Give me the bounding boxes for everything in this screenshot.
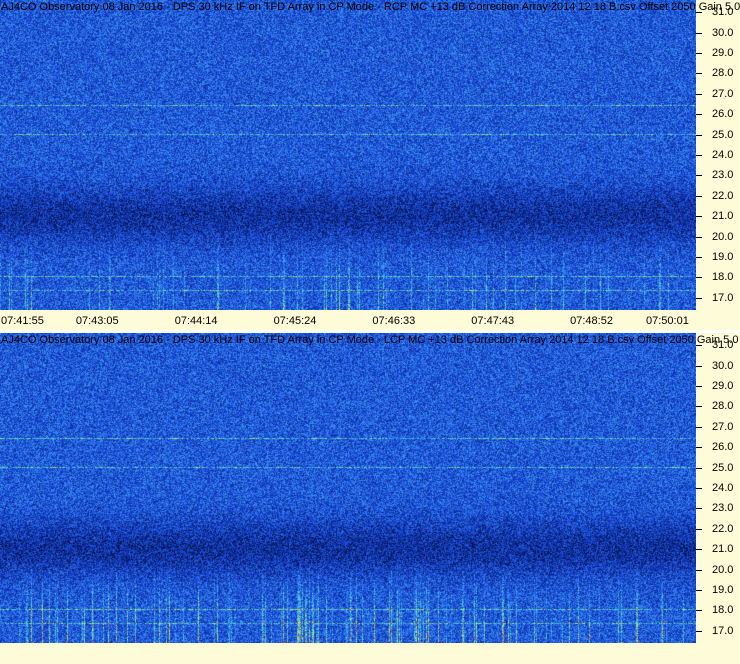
- lcp-ytick-label: 25.0: [712, 461, 734, 474]
- rcp-ytick: [696, 134, 702, 136]
- bottom-strip: [0, 643, 740, 664]
- rcp-ytick-label: 26.0: [712, 108, 734, 121]
- lcp-ytick-label: 17.0: [712, 624, 734, 637]
- rcp-ytick-label: 21.0: [712, 210, 734, 223]
- rcp-ytick-label: 19.0: [712, 250, 734, 263]
- lcp-frequency-axis: 31.0 30.0 29.0 28.0 27.0 26.0 25.0 24.0 23.0 22.0…: [696, 333, 740, 643]
- lcp-ytick: [696, 386, 702, 388]
- rcp-ytick-label: 17.0: [712, 291, 734, 304]
- lcp-spectrogram-panel: AJ4CO Observatory 08 Jan 2016 - DPS 30 k…: [0, 333, 740, 643]
- rcp-ytick-label: 28.0: [712, 67, 734, 80]
- rcp-ytick: [696, 216, 702, 218]
- rcp-ytick-label: 25.0: [712, 128, 734, 141]
- rcp-ytick: [696, 32, 702, 34]
- rcp-time-axis: 07:41:55 07:43:05 07:44:14 07:45:24 07:46:33…: [0, 310, 740, 330]
- rcp-ytick-label: 22.0: [712, 189, 734, 202]
- rcp-ytick-label: 30.0: [712, 26, 734, 39]
- rcp-ytick: [696, 256, 702, 258]
- lcp-ytick-label: 23.0: [712, 502, 734, 515]
- rcp-spectrogram-canvas: [0, 0, 696, 310]
- lcp-ytick: [696, 569, 702, 571]
- lcp-ytick: [696, 630, 702, 632]
- rcp-spectrogram-panel: AJ4CO Observatory 08 Jan 2016 - DPS 30 k…: [0, 0, 740, 330]
- lcp-ytick-label: 29.0: [712, 380, 734, 393]
- rcp-xtick-label: 07:45:24: [273, 315, 317, 327]
- lcp-ytick-label: 18.0: [712, 604, 734, 617]
- rcp-xtick-label: 07:50:01: [646, 315, 689, 327]
- rcp-ytick-label: 29.0: [712, 47, 734, 60]
- lcp-spectrogram-canvas: [0, 333, 696, 643]
- rcp-ytick-label: 23.0: [712, 169, 734, 182]
- lcp-ytick-label: 19.0: [712, 583, 734, 596]
- lcp-ytick: [696, 549, 702, 551]
- rcp-ytick: [696, 155, 702, 156]
- rcp-xtick-label: 07:41:55: [1, 315, 44, 327]
- lcp-ytick: [696, 426, 702, 428]
- lcp-ytick-label: 30.0: [712, 359, 734, 372]
- lcp-ytick-label: 20.0: [712, 563, 734, 576]
- rcp-xtick-label: 07:47:43: [471, 315, 515, 327]
- lcp-spectrogram-title: AJ4CO Observatory 08 Jan 2016 - DPS 30 k…: [1, 334, 739, 346]
- lcp-ytick-label: 27.0: [712, 420, 734, 433]
- lcp-ytick: [696, 365, 702, 367]
- rcp-ytick: [696, 73, 702, 75]
- rcp-ytick-label: 18.0: [712, 271, 734, 284]
- rcp-spectrogram-title: AJ4CO Observatory 08 Jan 2016 - DPS 30 k…: [1, 1, 740, 13]
- lcp-ytick: [696, 610, 702, 612]
- lcp-ytick-label: 22.0: [712, 522, 734, 535]
- rcp-xtick-label: 07:44:14: [174, 315, 218, 327]
- rcp-spectrogram-plot: [0, 0, 696, 310]
- lcp-ytick: [696, 589, 702, 591]
- lcp-ytick-label: 28.0: [712, 400, 734, 413]
- rcp-ytick-label: 24.0: [712, 149, 734, 161]
- lcp-ytick: [696, 488, 702, 489]
- rcp-ytick: [696, 195, 702, 197]
- rcp-xtick-label: 07:43:05: [75, 315, 119, 327]
- rcp-ytick: [696, 236, 702, 238]
- lcp-ytick: [696, 406, 702, 408]
- rcp-ytick-label: 20.0: [712, 230, 734, 243]
- rcp-ytick: [696, 175, 702, 177]
- rcp-ytick-label: 27.0: [712, 87, 734, 100]
- lcp-ytick-label: 24.0: [712, 482, 734, 494]
- rcp-xtick-label: 07:46:33: [372, 315, 416, 327]
- lcp-ytick-label: 26.0: [712, 441, 734, 454]
- rcp-frequency-axis: 31.0 30.0 29.0 28.0 27.0 26.0 25.0 24.0 23.0 22.0…: [696, 0, 740, 310]
- lcp-ytick: [696, 467, 702, 469]
- rcp-ytick: [696, 93, 702, 95]
- rcp-ytick: [696, 114, 702, 116]
- lcp-ytick: [696, 528, 702, 530]
- rcp-ytick: [696, 53, 702, 55]
- lcp-ytick: [696, 447, 702, 449]
- rcp-xtick-label: 07:48:52: [570, 315, 613, 327]
- lcp-ytick: [696, 508, 702, 510]
- rcp-ytick: [696, 297, 702, 299]
- lcp-spectrogram-plot: [0, 333, 696, 643]
- lcp-ytick-label: 21.0: [712, 543, 734, 556]
- rcp-ytick: [696, 277, 702, 279]
